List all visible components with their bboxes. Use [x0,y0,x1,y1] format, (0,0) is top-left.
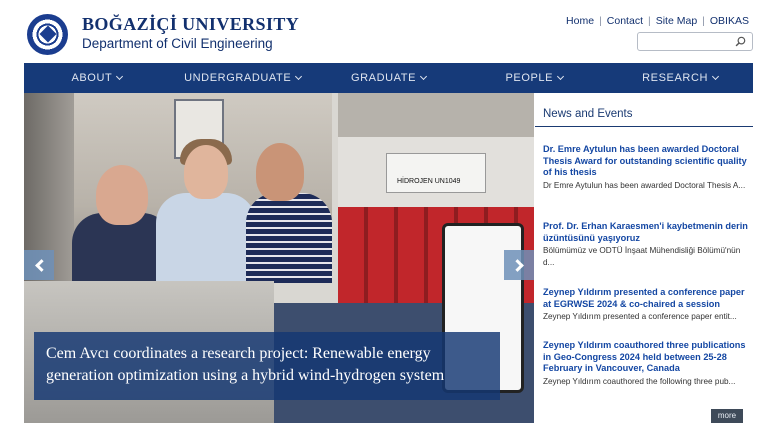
news-item-summary: Bölümümüz ve ODTÜ İnşaat Mühendisliği Bö… [543,246,741,267]
link-separator: | [599,15,602,27]
university-name[interactable]: BOĞAZİÇİ UNIVERSITY [82,14,299,35]
news-item-summary: Zeynep Yıldırım presented a conference p… [543,312,737,321]
news-item-summary: Zeynep Yıldırım coauthored the following… [543,376,736,386]
arrow-right-icon [510,258,524,272]
news-item: Zeynep Yıldırım coauthored three publica… [543,340,749,387]
link-separator: | [702,15,705,27]
news-item-title[interactable]: Dr. Emre Aytulun has been awarded Doctor… [543,144,749,179]
arrow-left-icon [34,258,48,272]
search-input[interactable] [637,32,753,51]
top-links: Home | Contact | Site Map | OBIKAS [566,15,749,27]
contact-link[interactable]: Contact [607,15,643,27]
nav-label: GRADUATE [350,72,417,84]
news-item-summary: Dr Emre Aytulun has been awarded Doctora… [543,180,746,190]
nav-item-research[interactable]: RESEARCH [607,63,753,93]
nav-item-people[interactable]: PEOPLE [461,63,607,93]
link-separator: | [647,15,651,27]
university-seal-icon[interactable] [27,14,68,55]
nav-label: PEOPLE [505,72,554,84]
chevron-down-icon [557,72,565,81]
home-link[interactable]: Home [566,15,594,27]
hydrogen-sign-text: HİDROJEN UN1049 [397,178,461,185]
chevron-down-icon [116,72,124,81]
news-item: Dr. Emre Aytulun has been awarded Doctor… [543,144,749,191]
nav-label: RESEARCH [642,72,709,84]
obikas-link[interactable]: OBIKAS [710,15,749,27]
nav-label: ABOUT [71,72,113,84]
divider [535,126,753,127]
department-name[interactable]: Department of Civil Engineering [82,36,273,51]
news-item-title[interactable]: Zeynep Yıldırım coauthored three publica… [543,340,749,375]
slide-photo-researchers [24,93,332,283]
main-nav: ABOUT UNDERGRADUATE GRADUATE PEOPLE RESE… [24,63,753,93]
news-item: Zeynep Yıldırım presented a conference p… [543,287,749,323]
slider-prev-button[interactable] [24,250,54,280]
news-item: Prof. Dr. Erhan Karaesmen'i kaybetmenin … [543,221,749,268]
chevron-down-icon [712,72,720,81]
more-button[interactable]: more [711,409,743,423]
nav-item-about[interactable]: ABOUT [24,63,170,93]
page: BOĞAZİÇİ UNIVERSITY Department of Civil … [0,0,777,423]
news-panel: News and Events Dr. Emre Aytulun has bee… [535,93,753,423]
chevron-down-icon [295,72,303,81]
chevron-down-icon [420,72,428,81]
nav-item-graduate[interactable]: GRADUATE [316,63,462,93]
site-map-link[interactable]: Site Map [656,15,697,27]
search-icon[interactable] [735,36,746,47]
slider-next-button[interactable] [504,250,534,280]
nav-item-undergraduate[interactable]: UNDERGRADUATE [170,63,316,93]
nav-label: UNDERGRADUATE [184,72,292,84]
news-heading: News and Events [543,108,633,120]
slide-caption[interactable]: Cem Avcı coordinates a research project:… [34,332,500,400]
news-item-title[interactable]: Prof. Dr. Erhan Karaesmen'i kaybetmenin … [543,221,749,244]
news-item-title[interactable]: Zeynep Yıldırım presented a conference p… [543,287,749,310]
